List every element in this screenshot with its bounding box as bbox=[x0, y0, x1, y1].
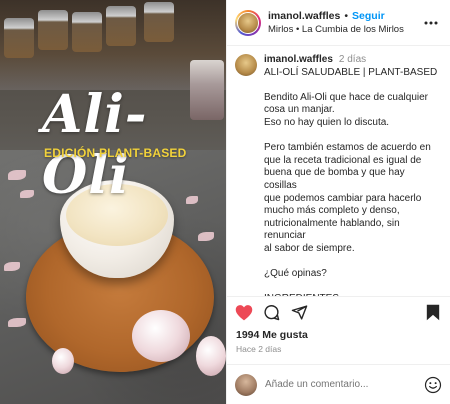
caption-username[interactable]: imanol.waffles bbox=[264, 54, 333, 65]
username[interactable]: imanol.waffles bbox=[268, 10, 340, 22]
petal bbox=[198, 232, 214, 241]
spice-jar bbox=[144, 2, 174, 42]
caption-line: Eso no hay quien lo discuta. bbox=[264, 116, 390, 128]
avatar-image bbox=[237, 11, 259, 34]
petal bbox=[20, 190, 34, 198]
petal bbox=[8, 170, 26, 180]
comment-bar bbox=[227, 364, 450, 404]
caption-line: nutricionalmente hablando, sin renunciar bbox=[264, 217, 400, 242]
caption-line: INGREDIENTES bbox=[264, 293, 440, 296]
caption-meta: imanol.waffles 2 días bbox=[264, 54, 440, 67]
bookmark-icon bbox=[426, 304, 440, 321]
caption-line: mucho más completo y denso, bbox=[264, 205, 400, 217]
caption-area: imanol.waffles 2 días ALI-OLÍ SALUDABLE |… bbox=[227, 46, 450, 296]
comment-icon bbox=[264, 305, 280, 321]
action-bar bbox=[227, 296, 450, 328]
instagram-post: Ali-Oli EDICIÓN PLANT-BASED imanol.waffl… bbox=[0, 0, 450, 404]
caption-line: ¿Qué opinas? bbox=[264, 268, 327, 280]
garlic-clove bbox=[196, 336, 226, 376]
image-title: Ali-Oli bbox=[42, 84, 148, 206]
header-text: imanol.waffles • Seguir Mirlos • La Cumb… bbox=[268, 10, 422, 35]
post-header: imanol.waffles • Seguir Mirlos • La Cumb… bbox=[227, 0, 450, 46]
caption-line: cosa un manjar. bbox=[264, 104, 335, 116]
caption-line: ALI-OLÍ SALUDABLE | PLANT-BASED bbox=[264, 66, 438, 78]
header-top-row: imanol.waffles • Seguir bbox=[268, 10, 422, 22]
caption-text: ALI-OLÍ SALUDABLE | PLANT-BASED Bendito A… bbox=[264, 67, 440, 296]
caption-line: al sabor de siempre. bbox=[264, 242, 355, 254]
like-count[interactable]: 1994 Me gusta bbox=[227, 328, 450, 342]
avatar[interactable] bbox=[235, 9, 261, 36]
spice-jar bbox=[4, 18, 34, 58]
caption-line: buena que de bomba y que hay cosillas bbox=[264, 167, 405, 191]
caption: imanol.waffles 2 días ALI-OLÍ SALUDABLE |… bbox=[235, 54, 440, 296]
caption-line: que podemos cambiar para hacerlo bbox=[264, 192, 422, 204]
caption-body: imanol.waffles 2 días ALI-OLÍ SALUDABLE |… bbox=[264, 54, 440, 296]
share-button[interactable] bbox=[291, 301, 319, 325]
petal bbox=[8, 318, 26, 327]
like-button[interactable] bbox=[235, 301, 263, 325]
spice-jar bbox=[72, 12, 102, 52]
image-subtitle: EDICIÓN PLANT-BASED bbox=[44, 146, 187, 160]
heart-icon bbox=[235, 305, 253, 321]
follow-button[interactable]: Seguir bbox=[352, 10, 385, 22]
petal bbox=[4, 262, 20, 271]
post-side-panel: imanol.waffles • Seguir Mirlos • La Cumb… bbox=[226, 0, 450, 404]
emoji-icon[interactable] bbox=[424, 376, 442, 394]
post-image[interactable]: Ali-Oli EDICIÓN PLANT-BASED bbox=[0, 0, 226, 404]
comment-input[interactable] bbox=[265, 379, 424, 390]
viewer-avatar bbox=[235, 373, 257, 396]
caption-avatar[interactable] bbox=[235, 54, 257, 76]
post-time: Hace 2 días bbox=[236, 344, 282, 354]
audio-label[interactable]: Mirlos • La Cumbia de los Mirlos bbox=[268, 24, 422, 35]
more-options-icon[interactable] bbox=[422, 21, 440, 25]
spice-jar bbox=[106, 6, 136, 46]
caption-time: 2 días bbox=[338, 54, 367, 65]
separator-dot: • bbox=[344, 10, 349, 22]
garlic-bulb bbox=[132, 310, 190, 362]
share-icon bbox=[291, 305, 308, 320]
save-button[interactable] bbox=[420, 301, 440, 325]
comment-button[interactable] bbox=[263, 301, 291, 325]
spice-jar bbox=[38, 10, 68, 50]
garlic-clove bbox=[52, 348, 74, 374]
caption-line: Pero también estamos de acuerdo en bbox=[264, 142, 431, 154]
caption-line: Bendito Ali-Oli que hace de cualquier bbox=[264, 91, 428, 103]
caption-line: que la receta tradicional es igual de bbox=[264, 154, 422, 166]
